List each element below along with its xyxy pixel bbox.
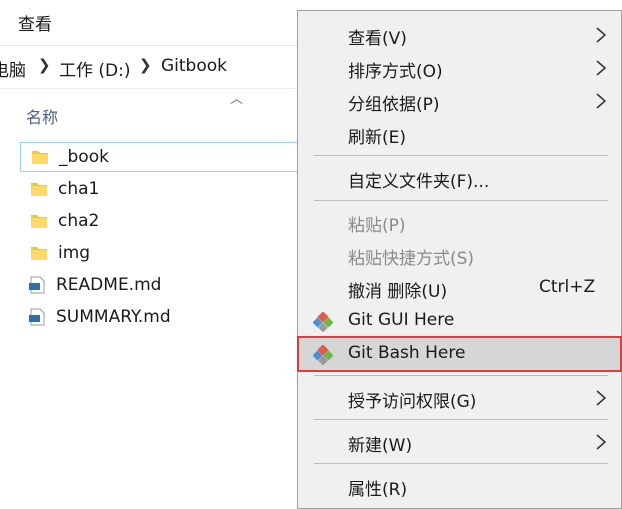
list-item[interactable]: img (20, 238, 320, 268)
chevron-right-icon (596, 390, 607, 406)
folder-icon (31, 247, 47, 260)
list-item-name: _book (59, 147, 109, 167)
breadcrumb-separator-icon[interactable]: ❯ (139, 56, 152, 74)
list-item[interactable]: SUMMARY.md (20, 302, 320, 332)
menu-item-label: 排序方式(O) (348, 62, 443, 82)
menu-item-new[interactable]: 新建(W) (299, 426, 620, 458)
menu-item-label: Git GUI Here (348, 310, 455, 330)
list-item-name: SUMMARY.md (56, 307, 171, 327)
menu-separator (314, 155, 608, 156)
chevron-right-icon (596, 27, 607, 43)
breadcrumb-gitbook[interactable]: Gitbook (161, 56, 227, 76)
list-item-name: cha1 (58, 179, 100, 199)
list-item-name: README.md (56, 275, 162, 295)
folder-icon (31, 183, 47, 196)
menu-item-label: 分组依据(P) (348, 95, 440, 115)
menu-item-undo-delete[interactable]: 撤消 删除(U) Ctrl+Z (299, 272, 620, 304)
menu-separator (314, 200, 608, 201)
list-item[interactable]: _book (20, 142, 320, 172)
chevron-right-icon (596, 434, 607, 450)
menu-item-view[interactable]: 查看(V) (299, 19, 620, 51)
chevron-right-icon (596, 93, 607, 109)
menu-separator (314, 375, 608, 376)
ribbon-tab-view[interactable]: 查看 (18, 10, 52, 35)
menu-item-paste[interactable]: 粘贴(P) (299, 206, 620, 238)
breadcrumb-this-pc[interactable]: 电脑 (0, 56, 26, 81)
menu-item-git-gui-here[interactable]: Git GUI Here (299, 305, 620, 337)
column-header-name[interactable]: 名称 (26, 104, 58, 128)
menu-item-label: 粘贴快捷方式(S) (348, 249, 475, 269)
menu-item-label: 授予访问权限(G) (348, 392, 477, 412)
folder-icon (31, 215, 47, 228)
menu-item-customize-folder[interactable]: 自定义文件夹(F)... (299, 162, 620, 194)
chevron-right-icon (596, 60, 607, 76)
list-item-name: cha2 (58, 211, 100, 231)
menu-item-git-bash-here[interactable]: Git Bash Here (297, 336, 622, 372)
menu-item-label: 撤消 删除(U) (348, 282, 448, 302)
menu-item-refresh[interactable]: 刷新(E) (299, 118, 620, 150)
menu-item-group-by[interactable]: 分组依据(P) (299, 85, 620, 117)
menu-item-properties[interactable]: 属性(R) (299, 470, 620, 502)
markdown-file-icon (29, 276, 45, 294)
list-item[interactable]: cha1 (20, 174, 320, 204)
markdown-file-icon (29, 308, 45, 326)
divider (0, 88, 300, 89)
list-item-name: img (58, 243, 91, 263)
context-menu: 查看(V) 排序方式(O) 分组依据(P) 刷新(E) 自定义文件夹(F)...… (297, 10, 622, 509)
folder-icon (32, 151, 48, 164)
menu-item-label: 新建(W) (348, 436, 413, 456)
breadcrumb-separator-icon[interactable]: ❯ (38, 56, 51, 74)
sort-ascending-icon: ︿ (230, 92, 244, 107)
list-item[interactable]: cha2 (20, 206, 320, 236)
menu-separator (314, 419, 608, 420)
menu-item-label: Git Bash Here (348, 343, 466, 363)
menu-item-label: 查看(V) (348, 29, 407, 49)
menu-item-paste-shortcut[interactable]: 粘贴快捷方式(S) (299, 239, 620, 271)
list-item[interactable]: README.md (20, 270, 320, 300)
menu-item-label: 自定义文件夹(F)... (348, 172, 490, 192)
breadcrumb-drive-d[interactable]: 工作 (D:) (59, 56, 131, 81)
menu-item-sort-by[interactable]: 排序方式(O) (299, 52, 620, 84)
git-icon (313, 345, 333, 365)
menu-separator (314, 463, 608, 464)
menu-item-label: 粘贴(P) (348, 216, 406, 236)
menu-item-give-access[interactable]: 授予访问权限(G) (299, 382, 620, 414)
menu-item-label: 刷新(E) (348, 128, 407, 148)
menu-item-label: 属性(R) (348, 480, 408, 500)
git-icon (313, 312, 333, 332)
menu-item-shortcut: Ctrl+Z (539, 277, 596, 297)
